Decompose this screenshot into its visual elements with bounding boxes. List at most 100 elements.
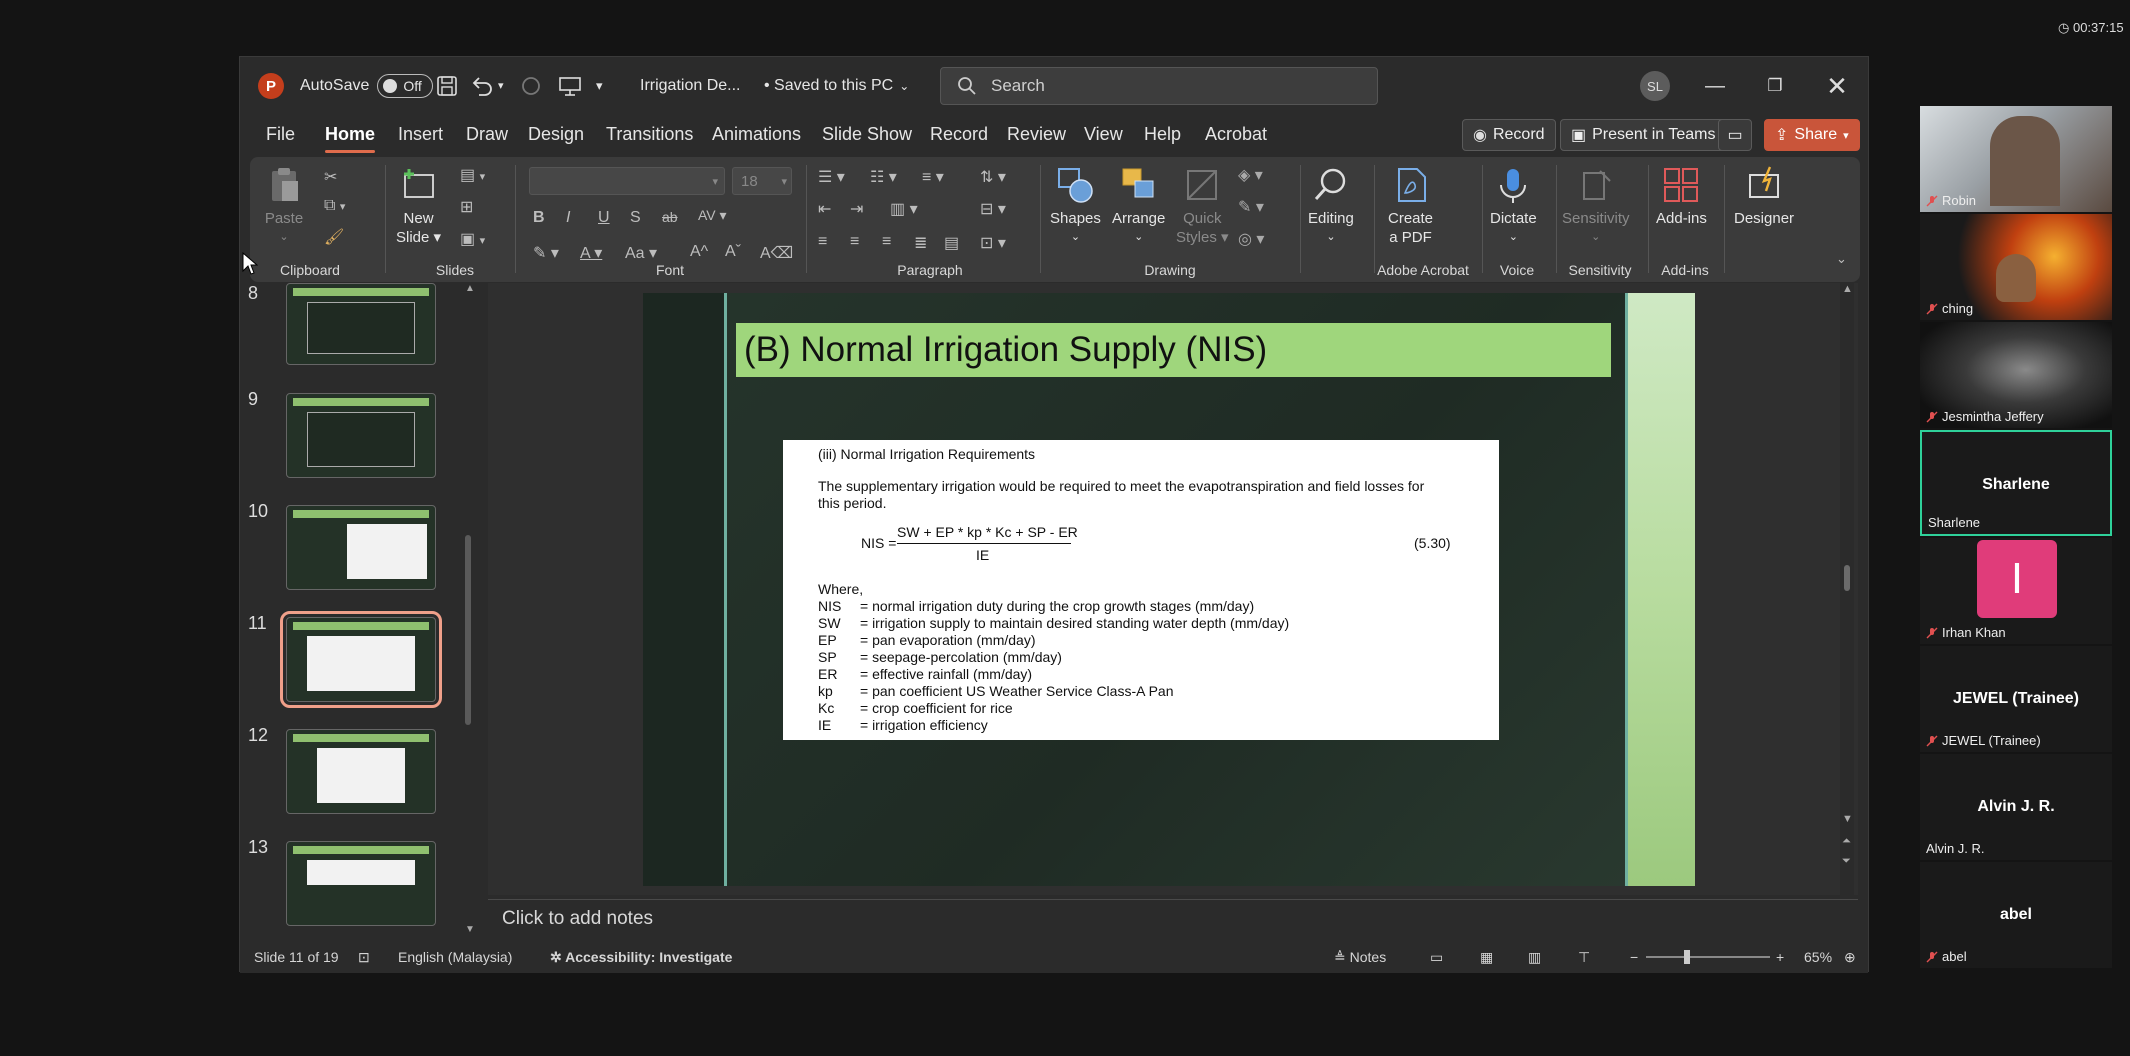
dictate-button[interactable]: Dictate ⌄ [1490, 165, 1537, 247]
next-slide-icon[interactable]: ⏷ [1842, 855, 1851, 868]
normal-view-icon[interactable]: ▭ [1430, 949, 1443, 966]
columns-icon[interactable]: ▥ ▾ [890, 199, 918, 219]
highlight-icon[interactable]: ✎ ▾ [533, 243, 559, 263]
participant-tile[interactable]: JEWEL (Trainee) JEWEL (Trainee) [1920, 646, 2112, 752]
underline-icon[interactable]: U [598, 209, 610, 227]
tab-animations[interactable]: Animations [712, 124, 801, 145]
slideshow-view-icon[interactable]: ⊤ [1578, 949, 1590, 966]
tab-transitions[interactable]: Transitions [606, 124, 693, 145]
justify-icon[interactable]: ≣ [914, 233, 927, 253]
slide-thumbnail-8[interactable] [286, 283, 436, 365]
redo-icon[interactable] [520, 57, 542, 114]
zoom-in-icon[interactable]: + [1776, 949, 1784, 965]
grow-font-icon[interactable]: A^ [690, 243, 708, 261]
bullets-icon[interactable]: ☰ ▾ [818, 167, 845, 187]
thumbnail-scrollbar[interactable]: ▲ ▼ [462, 283, 475, 935]
restore-icon[interactable]: ❐ [1758, 69, 1792, 103]
align-right-icon[interactable]: ≡ [882, 233, 891, 251]
reading-view-icon[interactable]: ▥ [1528, 949, 1541, 966]
align-center-icon[interactable]: ≡ [850, 233, 859, 251]
comments-icon[interactable]: ▭ [1718, 119, 1752, 151]
numbering-icon[interactable]: ☷ ▾ [870, 167, 897, 187]
tab-record[interactable]: Record [930, 124, 988, 145]
character-spacing-icon[interactable]: AV ▾ [698, 207, 727, 224]
current-slide[interactable]: (B) Normal Irrigation Supply (NIS) (iii)… [643, 293, 1695, 886]
language-status[interactable]: English (Malaysia) [398, 949, 512, 965]
autosave-switch[interactable]: Off [377, 73, 434, 98]
slide-thumbnail-13[interactable] [286, 841, 436, 926]
zoom-slider-thumb[interactable] [1684, 950, 1690, 964]
accessibility-status[interactable]: ✲ Accessibility: Investigate [550, 949, 732, 966]
search-input[interactable]: Search [940, 67, 1378, 105]
decrease-indent-icon[interactable]: ⇤ [818, 199, 831, 219]
undo-icon[interactable]: ▾ [470, 57, 504, 114]
document-title[interactable]: Irrigation De... [640, 57, 740, 114]
line-spacing-icon[interactable]: ≡ ▾ [922, 167, 944, 187]
participant-tile[interactable]: ching [1920, 214, 2112, 320]
clear-formatting-icon[interactable]: A⌫ [760, 243, 793, 263]
save-status[interactable]: • Saved to this PC ⌄ [764, 57, 909, 114]
italic-icon[interactable]: I [566, 209, 570, 227]
shape-outline-icon[interactable]: ✎ ▾ [1238, 197, 1264, 217]
participant-tile[interactable]: Alvin J. R. Alvin J. R. [1920, 754, 2112, 860]
tab-insert[interactable]: Insert [398, 124, 443, 145]
shadow-icon[interactable]: S [630, 209, 641, 227]
slide-thumbnail-12[interactable] [286, 729, 436, 814]
section-icon[interactable]: ▣ ▾ [460, 229, 485, 249]
shape-fill-icon[interactable]: ◈ ▾ [1238, 165, 1263, 185]
customize-toolbar-icon[interactable]: ▾ [596, 57, 603, 114]
spelling-icon[interactable]: ⊡ [358, 949, 370, 966]
slide-thumbnail-11[interactable] [280, 611, 442, 708]
font-color-icon[interactable]: A ▾ [580, 243, 602, 263]
sensitivity-button[interactable]: Sensitivity ⌄ [1562, 165, 1630, 247]
shrink-font-icon[interactable]: Aˇ [725, 243, 741, 261]
slide-thumbnail-10[interactable] [286, 505, 436, 590]
participant-tile[interactable]: I Irhan Khan [1920, 538, 2112, 644]
close-icon[interactable]: ✕ [1820, 69, 1854, 103]
slide-content-image[interactable]: (iii) Normal Irrigation Requirements The… [783, 440, 1499, 740]
participant-tile[interactable]: abel abel [1920, 862, 2112, 968]
paste-button[interactable]: Paste ⌄ [264, 165, 304, 247]
create-pdf-button[interactable]: Create a PDF [1388, 165, 1433, 247]
designer-button[interactable]: Designer [1734, 165, 1794, 228]
font-name-select[interactable]: ▾ [529, 167, 725, 195]
shape-effects-icon[interactable]: ◎ ▾ [1238, 229, 1264, 249]
tab-draw[interactable]: Draw [466, 124, 508, 145]
new-slide-button[interactable]: New Slide ▾ [396, 165, 441, 247]
font-size-select[interactable]: 18 ▾ [732, 167, 792, 195]
participant-tile[interactable]: Sharlene Sharlene [1920, 430, 2112, 536]
cut-icon[interactable]: ✂ [324, 167, 337, 187]
distributed-icon[interactable]: ▤ [944, 233, 959, 253]
tab-slide-show[interactable]: Slide Show [822, 124, 912, 145]
zoom-level[interactable]: 65% [1804, 949, 1832, 965]
zoom-slider[interactable] [1646, 950, 1770, 964]
add-ins-button[interactable]: Add-ins [1656, 165, 1707, 228]
record-button[interactable]: ◉ Record [1462, 119, 1556, 151]
slide-thumbnail-9[interactable] [286, 393, 436, 478]
reset-icon[interactable]: ⊞ [460, 197, 473, 217]
slide-counter[interactable]: Slide 11 of 19 [254, 949, 339, 965]
fit-to-window-icon[interactable]: ⊕ [1844, 949, 1856, 966]
tab-view[interactable]: View [1084, 124, 1123, 145]
strikethrough-icon[interactable]: ab [662, 209, 678, 225]
tab-acrobat[interactable]: Acrobat [1205, 124, 1267, 145]
smartart-icon[interactable]: ⊡ ▾ [980, 233, 1006, 253]
text-direction-icon[interactable]: ⇅ ▾ [980, 167, 1006, 187]
previous-slide-icon[interactable]: ⏶ [1842, 835, 1851, 848]
tab-review[interactable]: Review [1007, 124, 1066, 145]
increase-indent-icon[interactable]: ⇥ [850, 199, 863, 219]
tab-file[interactable]: File [266, 124, 295, 145]
format-painter-icon[interactable]: 🖌 [324, 227, 344, 247]
participant-tile[interactable]: Robin [1920, 106, 2112, 212]
share-button[interactable]: ⇪ Share ▾ [1764, 119, 1860, 151]
minimize-icon[interactable]: — [1698, 69, 1732, 103]
slide-title[interactable]: (B) Normal Irrigation Supply (NIS) [736, 323, 1611, 377]
collapse-ribbon-icon[interactable]: ⌄ [1836, 251, 1847, 267]
zoom-out-icon[interactable]: − [1630, 949, 1638, 965]
notes-button[interactable]: ≜ Notes [1334, 949, 1386, 966]
copy-icon[interactable]: ⧉ ▾ [324, 197, 345, 215]
bold-icon[interactable]: B [533, 209, 545, 227]
user-avatar[interactable]: SL [1640, 71, 1670, 101]
align-left-icon[interactable]: ≡ [818, 233, 827, 251]
save-icon[interactable] [436, 57, 458, 114]
